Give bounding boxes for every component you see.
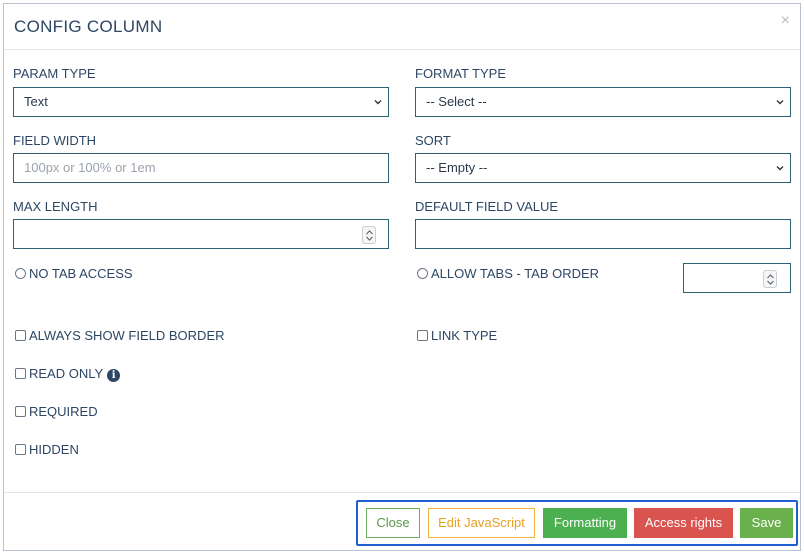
max-length-label: MAX LENGTH xyxy=(13,199,98,214)
field-width-input[interactable]: 100px or 100% or 1em xyxy=(13,153,389,183)
dialog-title: CONFIG COLUMN xyxy=(14,17,163,36)
save-button[interactable]: Save xyxy=(740,508,793,538)
max-length-input[interactable] xyxy=(13,219,389,249)
spinner-arrows-icon xyxy=(767,274,774,285)
edit-javascript-button[interactable]: Edit JavaScript xyxy=(428,508,535,538)
read-only-option[interactable]: READ ONLY i xyxy=(15,366,121,382)
required-label: REQUIRED xyxy=(29,404,98,419)
sort-select[interactable]: -- Empty -- xyxy=(415,153,791,183)
format-type-value: -- Select -- xyxy=(426,94,487,109)
spinner-arrows-icon xyxy=(366,230,373,241)
hidden-label: HIDDEN xyxy=(29,442,79,457)
read-only-checkbox[interactable] xyxy=(15,368,26,379)
dialog-footer: Close Edit JavaScript Formatting Access … xyxy=(4,492,800,552)
dialog-header: CONFIG COLUMN × xyxy=(4,4,800,50)
chevron-down-icon xyxy=(776,100,784,105)
chevron-down-icon xyxy=(374,100,382,105)
default-field-value-label: DEFAULT FIELD VALUE xyxy=(415,199,559,214)
footer-button-group: Close Edit JavaScript Formatting Access … xyxy=(356,500,798,546)
allow-tabs-radio[interactable] xyxy=(417,268,428,279)
close-button[interactable]: Close xyxy=(366,508,420,538)
info-icon[interactable]: i xyxy=(107,369,121,382)
close-icon[interactable]: × xyxy=(781,13,790,29)
access-rights-button[interactable]: Access rights xyxy=(634,508,733,538)
link-type-label: LINK TYPE xyxy=(431,328,498,343)
link-type-option[interactable]: LINK TYPE xyxy=(417,328,497,344)
required-option[interactable]: REQUIRED xyxy=(15,404,98,420)
no-tab-access-option[interactable]: NO TAB ACCESS xyxy=(15,266,133,282)
always-show-border-label: ALWAYS SHOW FIELD BORDER xyxy=(29,328,225,343)
format-type-label: FORMAT TYPE xyxy=(415,66,507,81)
param-type-label: PARAM TYPE xyxy=(13,66,96,81)
number-spinner[interactable] xyxy=(763,270,777,288)
link-type-checkbox[interactable] xyxy=(417,330,428,341)
no-tab-access-radio[interactable] xyxy=(15,268,26,279)
param-type-value: Text xyxy=(24,94,48,109)
field-width-placeholder: 100px or 100% or 1em xyxy=(24,160,156,175)
field-width-label: FIELD WIDTH xyxy=(13,133,97,148)
config-column-dialog: CONFIG COLUMN × PARAM TYPE Text FORMAT T… xyxy=(3,3,801,551)
tab-order-input[interactable] xyxy=(683,263,791,293)
param-type-select[interactable]: Text xyxy=(13,87,389,117)
allow-tabs-label: ALLOW TABS - TAB ORDER xyxy=(431,266,600,281)
default-field-value-input[interactable] xyxy=(415,219,791,249)
always-show-border-option[interactable]: ALWAYS SHOW FIELD BORDER xyxy=(15,328,225,344)
hidden-checkbox[interactable] xyxy=(15,444,26,455)
hidden-option[interactable]: HIDDEN xyxy=(15,442,79,458)
allow-tabs-option[interactable]: ALLOW TABS - TAB ORDER xyxy=(417,266,599,282)
no-tab-access-label: NO TAB ACCESS xyxy=(29,266,133,281)
always-show-border-checkbox[interactable] xyxy=(15,330,26,341)
required-checkbox[interactable] xyxy=(15,406,26,417)
sort-value: -- Empty -- xyxy=(426,160,488,175)
format-type-select[interactable]: -- Select -- xyxy=(415,87,791,117)
sort-label: SORT xyxy=(415,133,451,148)
read-only-label: READ ONLY xyxy=(29,366,104,381)
number-spinner[interactable] xyxy=(362,226,376,244)
chevron-down-icon xyxy=(776,166,784,171)
formatting-button[interactable]: Formatting xyxy=(543,508,627,538)
